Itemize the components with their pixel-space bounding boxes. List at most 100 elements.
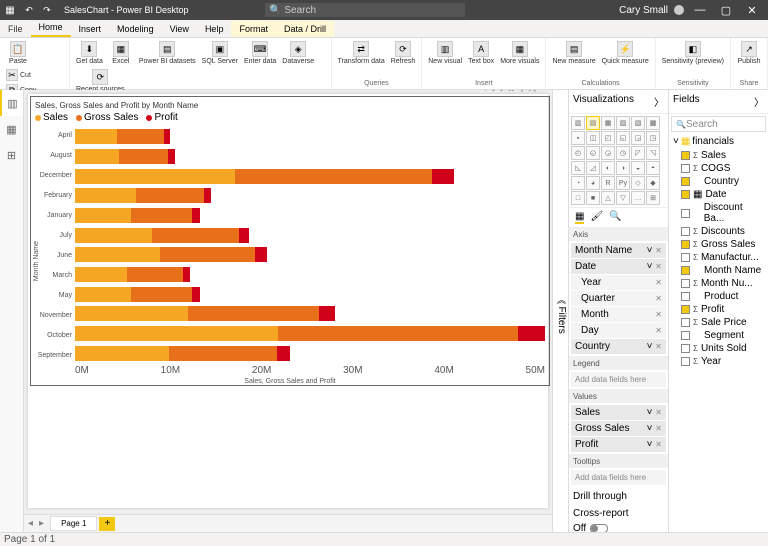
get-data-button[interactable]: ⬇Get data — [74, 40, 105, 66]
viz-type-icon[interactable]: ◔ — [571, 176, 585, 190]
transform-data-button[interactable]: ⇄Transform data — [336, 40, 387, 66]
viz-type-icon[interactable]: ▥ — [571, 116, 585, 130]
cut-button[interactable]: ✂Cut — [4, 68, 65, 82]
field-checkbox[interactable] — [681, 240, 690, 249]
publish-button[interactable]: ↗Publish — [735, 40, 763, 66]
tab-home[interactable]: Home — [31, 19, 71, 37]
collapse-fields-icon[interactable]: 〉 — [754, 94, 764, 109]
viz-type-icon[interactable]: ◇ — [631, 176, 645, 190]
viz-type-icon[interactable]: ▽ — [616, 191, 630, 205]
viz-type-icon[interactable]: ▩ — [646, 116, 660, 130]
viz-type-icon[interactable]: ◒ — [631, 161, 645, 175]
table-node[interactable]: ˅▦financials — [669, 134, 768, 149]
new-measure-button[interactable]: ▤New measure — [550, 40, 597, 66]
tab-data-drill[interactable]: Data / Drill — [276, 21, 334, 37]
field-item[interactable]: ΣGross Sales — [669, 238, 768, 251]
viz-type-icon[interactable]: ▧ — [631, 116, 645, 130]
next-level-icon[interactable]: ⇊ — [507, 90, 515, 94]
field-item[interactable]: Country — [669, 175, 768, 188]
viz-type-icon[interactable]: ◱ — [616, 131, 630, 145]
field-checkbox[interactable] — [681, 266, 690, 275]
field-item[interactable]: ΣMonth Nu... — [669, 277, 768, 290]
field-item[interactable]: ΣDiscounts — [669, 225, 768, 238]
viz-type-icon[interactable]: ◶ — [601, 146, 615, 160]
field-item[interactable]: ΣYear — [669, 355, 768, 368]
field-checkbox[interactable] — [681, 190, 690, 199]
viz-type-icon[interactable]: ◲ — [631, 131, 645, 145]
viz-type-icon[interactable]: ◿ — [586, 161, 600, 175]
field-item[interactable]: ΣCOGS — [669, 162, 768, 175]
search-box[interactable]: 🔍 Search — [265, 3, 465, 17]
page-tab[interactable]: Page 1 — [50, 516, 97, 531]
tab-format[interactable]: Format — [231, 21, 276, 37]
bar-row[interactable] — [75, 247, 545, 262]
new-visual-button[interactable]: ▥New visual — [426, 40, 464, 66]
tab-help[interactable]: Help — [197, 21, 232, 37]
tooltips-well[interactable]: Add data fields here — [571, 470, 666, 485]
analytics-tab-icon[interactable]: 🔍 — [609, 211, 621, 224]
field-item[interactable]: ΣProfit — [669, 303, 768, 316]
bar-row[interactable] — [75, 346, 545, 361]
legend-well[interactable]: Add data fields here — [571, 372, 666, 387]
field-checkbox[interactable] — [681, 151, 690, 160]
focus-icon[interactable]: ⛶ — [529, 90, 536, 94]
field-checkbox[interactable] — [681, 357, 690, 366]
tab-insert[interactable]: Insert — [71, 21, 110, 37]
viz-type-icon[interactable]: ▤ — [586, 116, 600, 130]
bar-row[interactable] — [75, 208, 545, 223]
paste-button[interactable]: 📋Paste — [4, 40, 32, 66]
field-item[interactable]: ΣManufactur... — [669, 251, 768, 264]
sensitivity-button[interactable]: ◧Sensitivity (preview) — [660, 40, 726, 66]
bar-row[interactable] — [75, 188, 545, 203]
viz-type-icon[interactable]: ▨ — [616, 116, 630, 130]
model-view-button[interactable]: ⊞ — [0, 142, 23, 168]
fields-tab-icon[interactable]: ▦ — [575, 211, 584, 224]
refresh-button[interactable]: ⟳Refresh — [389, 40, 418, 66]
report-page[interactable]: ↑ ↓ ↕ ⇊ ▽ ⛶ ⋯ Sales, Gross Sales and Pro… — [28, 94, 548, 508]
filter-icon[interactable]: ▽ — [518, 90, 526, 94]
field-checkbox[interactable] — [681, 177, 690, 186]
field-checkbox[interactable] — [681, 279, 690, 288]
field-item[interactable]: Month Name — [669, 264, 768, 277]
field-item[interactable]: Discount Ba... — [669, 201, 768, 225]
bar-row[interactable] — [75, 306, 545, 321]
redo-button[interactable]: ↷ — [41, 4, 53, 16]
bar-chart-visual[interactable]: ↑ ↓ ↕ ⇊ ▽ ⛶ ⋯ Sales, Gross Sales and Pro… — [30, 96, 550, 386]
viz-type-icon[interactable]: ◳ — [646, 131, 660, 145]
bar-row[interactable] — [75, 169, 545, 184]
more-visuals-button[interactable]: ▦More visuals — [498, 40, 541, 66]
excel-button[interactable]: ▦Excel — [107, 40, 135, 66]
sql-button[interactable]: ▣SQL Server — [200, 40, 240, 66]
field-checkbox[interactable] — [681, 164, 690, 173]
viz-type-icon[interactable]: ▪ — [571, 131, 585, 145]
viz-type-icon[interactable]: ◸ — [631, 146, 645, 160]
viz-type-icon[interactable]: ◰ — [601, 131, 615, 145]
filters-pane-collapsed[interactable]: 《 Filters — [552, 90, 568, 532]
avatar[interactable] — [674, 5, 684, 15]
viz-type-icon[interactable]: ■ — [586, 191, 600, 205]
field-item[interactable]: ▦Date — [669, 188, 768, 201]
cross-report-toggle[interactable] — [590, 524, 608, 532]
values-well[interactable]: Sales˅ ✕ Gross Sales˅ ✕ Profit˅ ✕ — [569, 403, 668, 454]
format-tab-icon[interactable]: 🖌 — [590, 211, 603, 224]
text-box-button[interactable]: AText box — [466, 40, 496, 66]
viz-type-icon[interactable]: △ — [601, 191, 615, 205]
bar-row[interactable] — [75, 287, 545, 302]
viz-type-icon[interactable]: ◺ — [571, 161, 585, 175]
axis-well[interactable]: Month Name˅ ✕ Date˅ ✕ Year✕ Quarter✕ Mon… — [569, 241, 668, 356]
maximize-button[interactable]: ▢ — [716, 4, 736, 17]
prev-page-button[interactable]: ◂ — [28, 518, 33, 529]
field-item[interactable]: Segment — [669, 329, 768, 342]
tab-modeling[interactable]: Modeling — [109, 21, 162, 37]
viz-type-icon[interactable]: ▦ — [601, 116, 615, 130]
field-checkbox[interactable] — [681, 318, 690, 327]
report-view-button[interactable]: ▥ — [0, 90, 23, 116]
undo-button[interactable]: ↶ — [23, 4, 35, 16]
viz-type-icon[interactable]: ◓ — [646, 161, 660, 175]
new-page-button[interactable]: + — [99, 517, 115, 531]
minimize-button[interactable]: — — [690, 4, 710, 16]
viz-type-icon[interactable]: ◐ — [601, 161, 615, 175]
report-canvas[interactable]: ↑ ↓ ↕ ⇊ ▽ ⛶ ⋯ Sales, Gross Sales and Pro… — [24, 90, 552, 532]
viz-type-icon[interactable]: ◷ — [616, 146, 630, 160]
viz-type-icon[interactable]: ⊞ — [646, 191, 660, 205]
